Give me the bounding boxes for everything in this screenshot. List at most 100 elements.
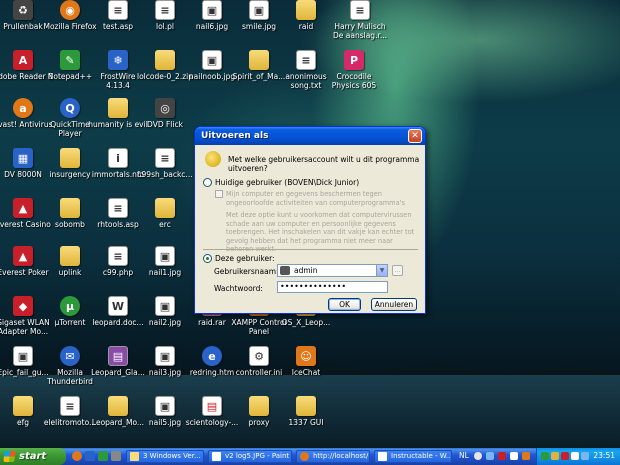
desktop-icon-c99sh[interactable]: ≡ c99sh_backc... <box>135 148 195 194</box>
everest-poker-icon: ▲ <box>13 246 33 266</box>
start-label: start <box>19 451 47 462</box>
volume-icon[interactable] <box>571 452 579 460</box>
task-instructable[interactable]: Instructable - W... <box>374 450 452 463</box>
folder-icon <box>155 198 175 218</box>
zip-folder-icon <box>155 50 175 70</box>
tray-app-icon[interactable] <box>498 452 506 460</box>
protect-info: Met deze optie kunt u voorkomen dat comp… <box>226 211 415 253</box>
desktop-icon-icechat[interactable]: ☺ IceChat <box>276 346 336 392</box>
cancel-button[interactable]: Annuleren <box>371 298 417 311</box>
chevron-down-icon[interactable]: ▼ <box>376 265 387 276</box>
password-label: Wachtwoord: <box>214 284 263 293</box>
desktop-icon-dvd-flick[interactable]: ◎ DVD Flick <box>135 98 195 144</box>
word-document-icon: W <box>108 296 128 316</box>
recycle-bin-icon: ♻ <box>13 0 33 20</box>
folder-icon <box>296 0 316 20</box>
nfo-file-icon: i <box>108 148 128 168</box>
file-icon: ≡ <box>108 198 128 218</box>
task-windows-explorer[interactable]: 3 Windows Ver... <box>126 450 204 463</box>
username-value: admin <box>294 266 318 275</box>
network-icon[interactable] <box>541 452 549 460</box>
language-indicator[interactable]: NL <box>459 451 469 460</box>
image-file-icon: ▣ <box>202 50 222 70</box>
image-file-icon: ▣ <box>155 246 175 266</box>
document-icon <box>378 452 387 461</box>
windows-logo-icon <box>3 451 16 462</box>
folder-icon <box>108 396 128 416</box>
close-icon: ✕ <box>411 131 419 141</box>
tray-app-icon[interactable] <box>522 452 530 460</box>
keys-icon <box>205 151 221 167</box>
paint-icon <box>212 452 221 461</box>
task-localhost[interactable]: http://localhost/... <box>296 450 370 463</box>
protect-checkbox[interactable] <box>215 190 223 198</box>
tray-app-icon[interactable] <box>551 452 559 460</box>
folder-icon <box>60 198 80 218</box>
tray-app-icon[interactable] <box>510 452 518 460</box>
current-user-label: Huidige gebruiker (BOVEN\Dick Junior) <box>215 178 360 187</box>
help-icon[interactable] <box>474 452 482 460</box>
gigaset-icon: ◆ <box>13 296 33 316</box>
firefox-icon <box>300 452 309 461</box>
firefox-icon: ◉ <box>60 0 80 20</box>
protect-label: Mijn computer en gegevens beschermen teg… <box>226 190 405 207</box>
archive-icon: ▤ <box>108 346 128 366</box>
desktop-icon-harry-mulisch[interactable]: ≡ Harry Mulisch De aanslag.r... <box>330 0 390 46</box>
tray-chevron-icon[interactable] <box>486 452 494 460</box>
browse-users-button[interactable]: … <box>392 265 403 276</box>
desktop-icon-raid[interactable]: raid <box>276 0 336 46</box>
desktop-icon-1337-gui[interactable]: 1337 GUI <box>276 396 336 442</box>
folder-icon <box>249 396 269 416</box>
adobe-reader-icon: A <box>13 50 33 70</box>
username-label: Gebruikersnaam: <box>214 267 279 276</box>
clock[interactable]: 23:51 <box>593 451 615 460</box>
dvd-flick-icon: ◎ <box>155 98 175 118</box>
account-question: Met welke gebruikersaccount wilt u dit p… <box>228 155 420 173</box>
ok-button[interactable]: OK <box>328 298 361 311</box>
dialog-title: Uitvoeren als <box>201 131 269 141</box>
notepad-icon: ✎ <box>60 50 80 70</box>
crocodile-physics-icon: P <box>344 50 364 70</box>
desktop-icon-erc[interactable]: erc <box>135 198 195 244</box>
quicklaunch-icon[interactable] <box>111 451 121 461</box>
text-file-icon: ≡ <box>296 50 316 70</box>
firefox-quicklaunch-icon[interactable] <box>72 451 82 461</box>
html-file-icon: e <box>202 346 222 366</box>
settings-file-icon: ⚙ <box>249 346 269 366</box>
frostwire-icon: ❄ <box>108 50 128 70</box>
folder-icon <box>130 452 139 461</box>
everest-casino-icon: ▲ <box>13 198 33 218</box>
image-file-icon: ▣ <box>249 0 269 20</box>
close-button[interactable]: ✕ <box>408 129 422 143</box>
document-icon: ≡ <box>350 0 370 20</box>
image-file-icon: ▣ <box>13 346 33 366</box>
start-button[interactable]: start <box>0 448 66 465</box>
image-file-icon: ▣ <box>155 396 175 416</box>
tray-app-icon[interactable] <box>581 452 589 460</box>
icechat-icon: ☺ <box>296 346 316 366</box>
file-icon: ≡ <box>155 0 175 20</box>
dialog-titlebar[interactable]: Uitvoeren als <box>195 127 425 145</box>
current-user-radio[interactable] <box>203 178 212 187</box>
desktop-icon-nail1[interactable]: ▣ nail1.jpg <box>135 246 195 292</box>
folder-icon <box>60 246 80 266</box>
dv-8000n-icon: ▦ <box>13 148 33 168</box>
task-paint[interactable]: v2 log5.JPG - Paint <box>208 450 292 463</box>
antivirus-icon[interactable] <box>561 452 569 460</box>
image-file-icon: ▣ <box>202 0 222 20</box>
desktop-icon-crocodile-physics[interactable]: P Crocodile Physics 605 <box>324 50 384 96</box>
show-desktop-icon[interactable] <box>85 451 95 461</box>
run-as-dialog: Uitvoeren als ✕ Met welke gebruikersacco… <box>194 126 426 314</box>
other-user-radio[interactable] <box>203 254 212 263</box>
thunderbird-icon: ✉ <box>60 346 80 366</box>
username-combobox[interactable]: admin ▼ <box>277 264 388 277</box>
folder-icon <box>296 396 316 416</box>
media-player-icon[interactable] <box>98 451 108 461</box>
system-tray: 23:51 <box>536 448 620 465</box>
utorrent-icon: µ <box>60 296 80 316</box>
quicktime-icon: Q <box>60 98 80 118</box>
image-file-icon: ▣ <box>155 296 175 316</box>
file-icon: ≡ <box>60 396 80 416</box>
password-field[interactable]: •••••••••••••• <box>277 281 388 293</box>
folder-icon <box>13 396 33 416</box>
